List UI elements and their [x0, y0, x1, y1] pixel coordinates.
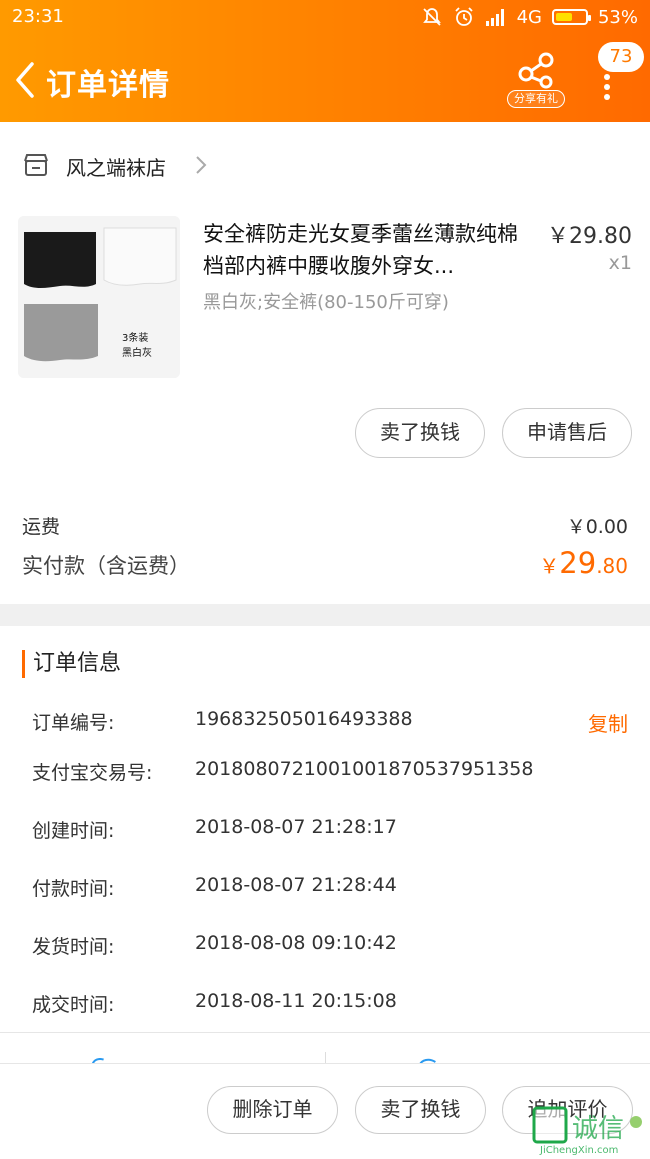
network-type: 4G [516, 6, 542, 28]
share-icon [518, 52, 554, 89]
battery-percent: 53% [597, 6, 638, 28]
mute-bell-icon [422, 8, 441, 26]
shipping-value: ￥0.00 [566, 516, 628, 538]
product-title[interactable]: 安全裤防走光女夏季蕾丝薄款纯棉档部内裤中腰收腹外穿女... [203, 218, 533, 282]
paid-integer: 29 [559, 546, 597, 580]
product-thumbnail[interactable]: 3条装 黑白灰 [18, 216, 180, 378]
shop-icon [24, 154, 48, 176]
alarm-icon [454, 7, 473, 26]
created-time-row: 创建时间: 2018-08-07 21:28:17 [0, 816, 650, 846]
info-label: 创建时间: [32, 820, 115, 842]
paid-time-row: 付款时间: 2018-08-07 21:28:44 [0, 874, 650, 904]
order-info-title: 订单信息 [22, 650, 121, 678]
product-item[interactable]: 3条装 黑白灰 安全裤防走光女夏季蕾丝薄款纯棉档部内裤中腰收腹外穿女... 黑白… [0, 212, 650, 382]
sell-for-cash-button[interactable]: 卖了换钱 [355, 408, 485, 458]
chevron-right-icon [196, 156, 207, 174]
share-label: 分享有礼 [507, 90, 565, 108]
paid-currency: ￥ [539, 554, 560, 578]
info-label: 成交时间: [32, 994, 115, 1016]
paid-amount-label: 实付款（含运费） [22, 554, 190, 578]
info-label: 支付宝交易号: [32, 762, 153, 784]
info-value: 2018-08-11 20:15:08 [195, 990, 397, 1012]
status-time: 23:31 [12, 6, 64, 27]
battery-icon [551, 9, 591, 25]
share-button[interactable]: 分享有礼 [505, 52, 567, 112]
content-divider [0, 1032, 650, 1033]
product-sku: 黑白灰;安全裤(80-150斤可穿) [203, 292, 449, 313]
more-menu-icon[interactable] [595, 70, 619, 110]
alipay-trade-row: 支付宝交易号: 2018080721001001870537951358 [0, 758, 650, 788]
info-label: 付款时间: [32, 878, 115, 900]
info-value: 2018-08-08 09:10:42 [195, 932, 397, 954]
message-badge[interactable]: 73 [598, 42, 644, 72]
info-label: 发货时间: [32, 936, 115, 958]
product-price: ￥29.80 [547, 224, 632, 249]
shop-name[interactable]: 风之端袜店 [66, 152, 166, 181]
shop-row[interactable]: 风之端袜店 [0, 140, 650, 192]
shipping-label: 运费 [22, 516, 61, 538]
completed-time-row: 成交时间: 2018-08-11 20:15:08 [0, 990, 650, 1020]
nav-bar: 订单详情 分享有礼 73 [0, 42, 650, 112]
svg-text:JiChengXin.com: JiChengXin.com [539, 1145, 618, 1155]
svg-text:黑白灰: 黑白灰 [122, 346, 152, 359]
info-value: 2018080721001001870537951358 [195, 758, 534, 780]
svg-text:诚信: 诚信 [572, 1114, 624, 1144]
header-bar: 23:31 4G 53% 订单详情 分享有礼 73 [0, 0, 650, 122]
status-icons: 4G 53% [421, 6, 638, 28]
status-bar: 23:31 4G 53% [0, 0, 650, 36]
svg-text:3条装: 3条装 [122, 331, 148, 344]
page-title: 订单详情 [46, 68, 170, 103]
delete-order-button[interactable]: 删除订单 [207, 1086, 338, 1134]
info-label: 订单编号: [32, 712, 115, 734]
shipped-time-row: 发货时间: 2018-08-08 09:10:42 [0, 932, 650, 962]
watermark-logo: 诚信 JiChengXin.com [532, 1106, 642, 1156]
apply-after-sale-button[interactable]: 申请售后 [502, 408, 632, 458]
order-number-row: 订单编号: 196832505016493388 复制 [0, 708, 650, 738]
product-image: 3条装 黑白灰 [18, 216, 180, 378]
info-value: 2018-08-07 21:28:44 [195, 874, 397, 896]
back-arrow-icon[interactable] [8, 58, 44, 102]
copy-button[interactable]: 复制 [588, 708, 628, 737]
info-value: 2018-08-07 21:28:17 [195, 816, 397, 838]
product-quantity: x1 [608, 252, 632, 274]
sell-for-cash-bottom-button[interactable]: 卖了换钱 [355, 1086, 486, 1134]
paid-decimal: .80 [596, 554, 628, 578]
site-watermark: 诚信 JiChengXin.com [532, 1104, 650, 1156]
paid-amount-value: ￥29.80 [539, 546, 628, 580]
signal-icon [485, 9, 504, 26]
order-number-value: 196832505016493388 [195, 708, 413, 730]
section-divider [0, 604, 650, 626]
